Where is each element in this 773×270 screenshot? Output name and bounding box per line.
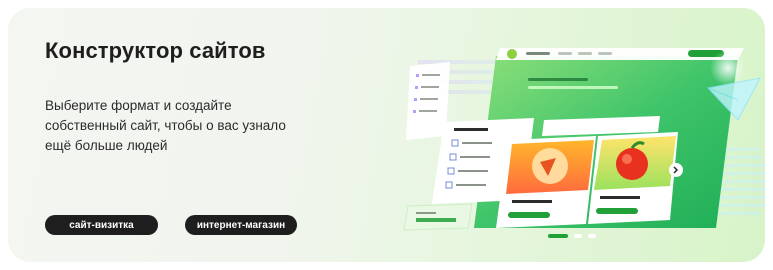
online-store-button[interactable]: интернет-магазин: [185, 215, 297, 235]
subtitle-line: ещё больше людей: [45, 138, 168, 153]
product-card-2: [588, 132, 678, 224]
slider-dot: [574, 234, 582, 238]
slider-dot: [588, 234, 596, 238]
website-builder-banner: Конструктор сайтов Выберите формат и соз…: [8, 8, 765, 262]
glass-card: [403, 203, 473, 231]
product-card-1: [496, 136, 596, 228]
banner-title: Конструктор сайтов: [45, 38, 266, 63]
business-card-site-button[interactable]: сайт-визитка: [45, 215, 158, 235]
browser-dot-icon: [507, 49, 517, 59]
slider-dot-active: [548, 234, 568, 238]
banner-subtitle: Выберите формат и создайте собственный с…: [45, 96, 305, 156]
apple-icon: [616, 148, 648, 180]
subtitle-line: собственный сайт, чтобы о вас узнало: [45, 118, 286, 133]
subtitle-line: Выберите формат и создайте: [45, 98, 232, 113]
website-builder-illustration: [403, 48, 765, 238]
